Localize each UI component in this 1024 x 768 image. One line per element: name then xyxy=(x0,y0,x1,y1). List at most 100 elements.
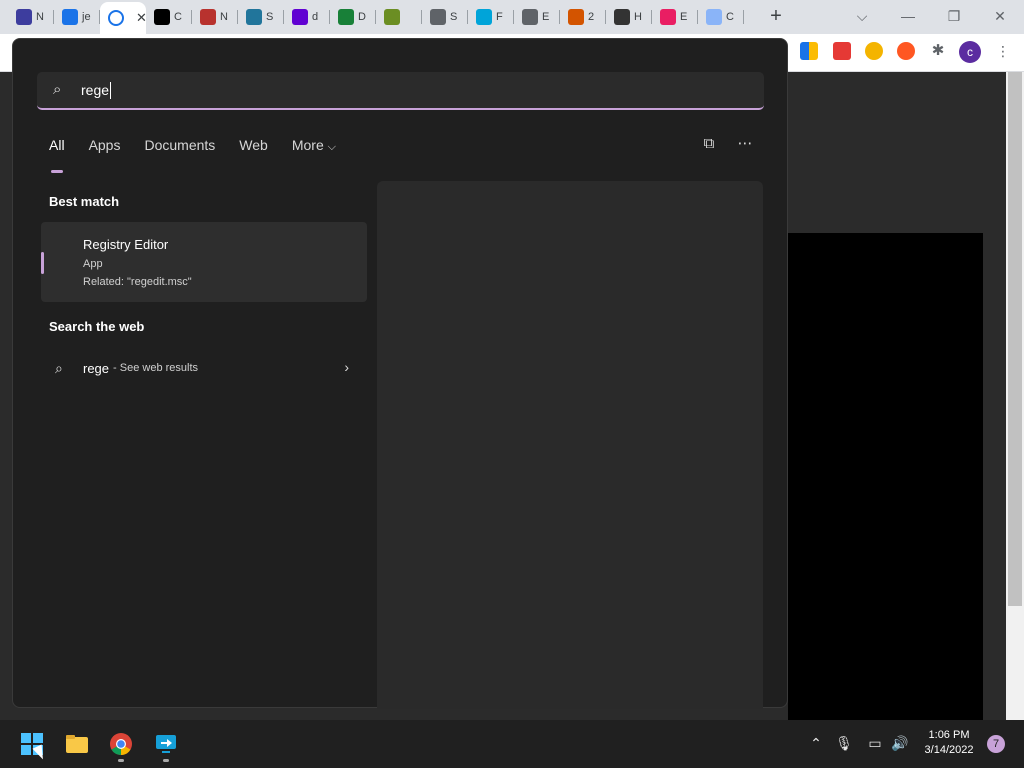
tab-title: E xyxy=(542,11,550,23)
tab-favicon-icon xyxy=(430,9,446,25)
extension-icon-pocket[interactable] xyxy=(833,42,851,60)
browser-tab[interactable]: N xyxy=(192,4,238,30)
tab-title: S xyxy=(266,11,274,23)
search-icon: ⌕ xyxy=(53,81,62,98)
browser-tab[interactable]: S xyxy=(422,4,468,30)
web-result-suffix: - See web results xyxy=(113,362,199,374)
filter-tab-more[interactable]: More ⌵ xyxy=(292,137,336,163)
clock-time: 1:06 PM xyxy=(928,729,970,741)
tab-title: H xyxy=(634,11,642,23)
best-match-result[interactable]: Registry Editor App Related: "regedit.ms… xyxy=(41,222,367,302)
browser-tab[interactable]: ✕ xyxy=(100,2,146,34)
notification-badge[interactable]: 7 xyxy=(987,735,1005,753)
best-match-title: Registry Editor xyxy=(83,237,169,252)
tab-title: d xyxy=(312,11,319,23)
tab-favicon-icon xyxy=(154,9,170,25)
tab-favicon-icon xyxy=(16,9,32,25)
result-preview-pane xyxy=(377,181,763,709)
web-search-result[interactable]: ⌕ rege - See web results › xyxy=(41,350,367,386)
browser-tab[interactable]: F xyxy=(468,4,514,30)
close-window-button[interactable]: ✕ xyxy=(980,4,1020,28)
tab-favicon-icon xyxy=(476,9,492,25)
filter-tab-web[interactable]: Web xyxy=(239,137,268,163)
search-query-text[interactable]: rege xyxy=(81,82,109,98)
tab-title: D xyxy=(358,11,366,23)
tab-separator xyxy=(743,10,744,24)
tab-search-icon[interactable]: ⌵ xyxy=(842,4,882,28)
browser-tab[interactable]: N xyxy=(8,4,54,30)
tab-title: N xyxy=(36,11,44,23)
hidden-icons-chevron-icon[interactable]: ⌃ xyxy=(807,735,825,752)
extension-icon-grid[interactable] xyxy=(800,42,818,60)
tab-favicon-icon xyxy=(522,9,538,25)
browser-tab[interactable]: E xyxy=(652,4,698,30)
browser-tab[interactable]: E xyxy=(514,4,560,30)
tab-favicon-icon xyxy=(660,9,676,25)
close-tab-icon[interactable]: ✕ xyxy=(136,10,146,26)
tab-favicon-icon xyxy=(384,9,400,25)
best-match-type: App xyxy=(83,258,103,270)
tab-favicon-icon xyxy=(614,9,630,25)
browser-tab[interactable]: H xyxy=(606,4,652,30)
page-scrollbar-thumb[interactable] xyxy=(1008,72,1022,606)
volume-icon[interactable]: 🔊 xyxy=(891,735,909,752)
browser-tab[interactable]: je xyxy=(54,4,100,30)
text-caret xyxy=(110,81,112,99)
browser-menu-icon[interactable]: ⋮ xyxy=(996,43,1010,60)
chrome-icon[interactable] xyxy=(109,732,133,756)
microphone-icon[interactable]: 🎙 xyxy=(835,735,853,752)
chevron-right-icon: › xyxy=(344,359,349,375)
clock-date: 3/14/2022 xyxy=(924,744,974,756)
remote-desktop-icon[interactable] xyxy=(154,732,178,756)
best-match-heading: Best match xyxy=(49,194,120,209)
browser-tab[interactable] xyxy=(376,4,422,30)
tab-favicon-icon xyxy=(706,9,722,25)
tab-title: je xyxy=(82,11,91,23)
extension-icon-infinity[interactable] xyxy=(897,42,915,60)
tab-favicon-icon xyxy=(200,9,216,25)
browser-tab[interactable]: D xyxy=(330,4,376,30)
tab-title: N xyxy=(220,11,228,23)
filter-more-label: More xyxy=(291,137,324,153)
file-explorer-icon[interactable] xyxy=(65,732,89,756)
extensions-puzzle-icon[interactable]: ✱ xyxy=(929,42,947,60)
search-web-heading: Search the web xyxy=(49,319,145,334)
selection-indicator xyxy=(41,252,44,274)
tab-title: C xyxy=(726,11,734,23)
browser-tab[interactable]: 2 xyxy=(560,4,606,30)
tab-favicon-icon xyxy=(292,9,308,25)
registry-editor-icon xyxy=(57,241,66,250)
tab-title: C xyxy=(174,11,182,23)
new-tab-button[interactable]: + xyxy=(764,6,788,28)
web-result-query: rege xyxy=(83,360,110,376)
tab-title: S xyxy=(450,11,458,23)
browser-tab[interactable]: C xyxy=(698,4,744,30)
restore-button[interactable]: ❐ xyxy=(934,4,974,28)
remote-desktop-running-indicator xyxy=(163,759,169,762)
search-input[interactable]: ⌕ rege xyxy=(37,72,764,110)
switch-account-icon[interactable]: ⧉ xyxy=(698,133,720,155)
search-filter-tabs: All Apps Documents Web More ⌵ xyxy=(49,137,360,173)
tab-title: F xyxy=(496,11,503,23)
start-search-flyout: ⌕ rege All Apps Documents Web More ⌵ ⧉ ⋯… xyxy=(12,38,788,709)
chevron-down-icon: ⌵ xyxy=(327,141,336,153)
tab-favicon-icon xyxy=(246,9,262,25)
browser-tab[interactable]: S xyxy=(238,4,284,30)
filter-tab-all[interactable]: All xyxy=(49,137,65,173)
browser-tab[interactable]: d xyxy=(284,4,330,30)
browser-tab[interactable]: C xyxy=(146,4,192,30)
tab-title: E xyxy=(680,11,688,23)
minimize-button[interactable]: — xyxy=(888,4,928,28)
profile-avatar[interactable]: c xyxy=(959,41,981,63)
page-dark-panel xyxy=(788,233,983,720)
tab-favicon-icon xyxy=(338,9,354,25)
more-options-icon[interactable]: ⋯ xyxy=(734,133,756,155)
filter-tab-documents[interactable]: Documents xyxy=(144,137,215,163)
extension-icon-honey[interactable] xyxy=(865,42,883,60)
tab-favicon-icon xyxy=(62,9,78,25)
filter-tab-apps[interactable]: Apps xyxy=(89,137,121,163)
tab-title: 2 xyxy=(588,11,595,23)
taskbar-clock[interactable]: 1:06 PM 3/14/2022 xyxy=(918,728,980,758)
chrome-running-indicator xyxy=(118,759,124,762)
network-icon[interactable]: ▭ xyxy=(866,735,884,752)
